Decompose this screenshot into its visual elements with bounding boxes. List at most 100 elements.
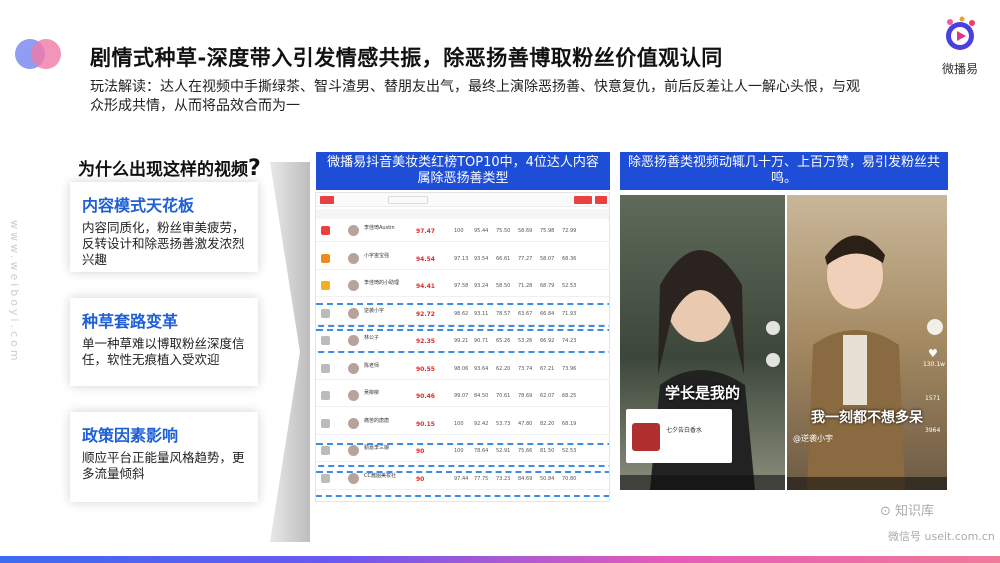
video-screenshot-1: 学长是我的 七夕告白香水: [620, 195, 785, 490]
metric-value: 70.61: [496, 393, 511, 399]
metric-value: 58.50: [496, 283, 511, 289]
brand-logo: 微播易: [930, 14, 990, 77]
table-row[interactable]: 痛苦的唐唐 90.15 100 92.42 53.73 47.80 82.20 68.19: [316, 414, 609, 435]
highlight-row-3: [316, 443, 609, 467]
influencer-name[interactable]: 李佳琦的小助理: [364, 279, 399, 286]
rank-badge: [321, 281, 330, 290]
table-toolbar: [316, 193, 609, 207]
video-caption: 我一刻都不想多呆: [811, 410, 923, 426]
influencer-name[interactable]: 吴柳柳: [364, 389, 379, 396]
table-row[interactable]: 吴柳柳 90.46 99.07 84.50 70.61 78.69 62.07 68.25: [316, 386, 609, 407]
metric-value: 53.73: [496, 420, 511, 427]
metric-value: 62.20: [496, 365, 511, 372]
date-select[interactable]: [388, 196, 428, 204]
bottom-gradient-bar: [0, 556, 1000, 563]
play-logo-icon: [946, 16, 975, 50]
metric-value: 73.74: [518, 365, 533, 372]
table-row[interactable]: 李佳琦的小助理 94.41 97.58 93.24 58.50 71.28 68.79 52.…: [316, 276, 609, 297]
comment-bar[interactable]: [787, 477, 947, 490]
score: 94.41: [416, 283, 435, 290]
metric-value: 78.69: [518, 393, 533, 399]
avatar: [348, 280, 359, 291]
metric-value: 68.25: [562, 393, 577, 399]
tag-right: 除恶扬善类视频动辄几十万、上百万赞，易引发粉丝共鸣。: [620, 152, 948, 190]
metric-value: 68.36: [562, 255, 577, 262]
metric-value: 75.50: [496, 228, 511, 234]
description-text: 玩法解读：达人在视频中手撕绿茶、智斗渣男、替朋友出气，最终上演除恶扬善、快意复仇…: [90, 79, 860, 114]
metric-value: 68.19: [562, 420, 577, 427]
rank-badge: [321, 418, 330, 428]
arrow-shape: [270, 162, 310, 542]
score: 90.15: [416, 420, 435, 428]
metric-value: 52.53: [562, 283, 577, 289]
metric-value: 68.79: [540, 283, 555, 289]
side-url: www.weiboyi.com: [8, 220, 21, 364]
metric-value: 82.20: [540, 420, 555, 427]
score: 94.54: [416, 255, 435, 263]
watermark-text: 知识库: [895, 504, 935, 519]
question-mark: ?: [248, 156, 261, 181]
metric-value: 97.58: [454, 283, 469, 289]
metric-value: 97.13: [454, 255, 469, 262]
brand-name: 微播易: [941, 62, 978, 76]
avatar: [348, 417, 359, 429]
rank-badge: [321, 226, 330, 235]
share-count: 3964: [925, 427, 941, 434]
table-row[interactable]: 陈老师 90.55 98.06 93.64 62.20 73.74 67.21 73.96: [316, 359, 609, 380]
card-text: 顺应平台正能量风格趋势，更多流量倾斜: [82, 450, 245, 481]
influencer-name[interactable]: 小宇宙宝强: [364, 252, 389, 259]
heart-icon[interactable]: ♥: [928, 347, 938, 360]
card-content-ceiling: 内容模式天花板 内容同质化，粉丝审美疲劳，反转设计和除恶扬善激发浓烈兴趣: [70, 182, 258, 272]
card-title: 政策因素影响: [82, 426, 179, 445]
highlight-row-1: [316, 303, 609, 327]
table-header: [316, 209, 609, 219]
influencer-name[interactable]: 痛苦的唐唐: [364, 417, 389, 424]
metric-value: 62.07: [540, 393, 555, 399]
avatar[interactable]: [927, 319, 943, 335]
metric-value: 93.54: [474, 255, 489, 262]
card-seeding-change: 种草套路变革 单一种草难以博取粉丝深度信任，软性无痕植入受欢迎: [70, 298, 258, 386]
card-text: 单一种草难以博取粉丝深度信任，软性无痕植入受欢迎: [82, 336, 245, 367]
metric-value: 72.99: [562, 228, 577, 234]
metric-value: 58.07: [540, 255, 555, 262]
rank-badge: [321, 363, 330, 373]
metric-value: 58.69: [518, 228, 533, 234]
metric-value: 66.61: [496, 255, 511, 262]
account-name: @逆袭小宇: [793, 434, 833, 443]
watermark-sub: 微信号 useit.com.cn: [888, 530, 995, 543]
perfume-image: [632, 423, 660, 451]
tab-daily[interactable]: [320, 196, 334, 204]
score: 90.46: [416, 393, 435, 400]
influencer-name[interactable]: 李佳琦Austin: [364, 224, 395, 231]
export-button[interactable]: [574, 196, 592, 204]
card-text: 内容同质化，粉丝审美疲劳，反转设计和除恶扬善激发浓烈兴趣: [82, 220, 245, 267]
influencer-name[interactable]: 陈老师: [364, 362, 379, 369]
highlight-row-4: [316, 471, 609, 497]
metric-value: 100: [454, 228, 464, 234]
like-icon[interactable]: [766, 321, 780, 335]
filter-button[interactable]: [595, 196, 607, 204]
metric-value: 100: [454, 420, 464, 427]
table-row[interactable]: 李佳琦Austin 97.47 100 95.44 75.50 58.69 75.98 72.…: [316, 221, 609, 242]
why-heading: 为什么出现这样的视频?: [78, 155, 261, 181]
avatar: [348, 362, 359, 374]
product-name: 七夕告白香水: [666, 427, 703, 434]
metric-value: 73.96: [562, 365, 577, 372]
card-policy-impact: 政策因素影响 顺应平台正能量风格趋势，更多流量倾斜: [70, 412, 258, 502]
comment-icon[interactable]: [766, 353, 780, 367]
metric-value: 71.28: [518, 283, 533, 289]
product-card[interactable]: 七夕告白香水: [626, 409, 732, 463]
metric-value: 47.80: [518, 420, 533, 427]
page-title: 剧情式种草-深度带入引发情感共振，除恶扬善博取粉丝价值观认同: [90, 46, 723, 70]
metric-value: 84.50: [474, 393, 489, 399]
rank-badge: [321, 391, 330, 400]
card-title: 种草套路变革: [82, 312, 179, 331]
rank-badge: [321, 253, 330, 263]
avatar: [348, 252, 359, 264]
comment-count: 1571: [925, 395, 941, 402]
metric-value: 75.98: [540, 228, 555, 234]
metric-value: 93.24: [474, 283, 489, 289]
table-row[interactable]: 小宇宙宝强 94.54 97.13 93.54 66.61 77.27 58.07 68.36: [316, 249, 609, 270]
metric-value: 98.06: [454, 365, 469, 372]
watermark-name: ⊙ 知识库: [880, 504, 935, 519]
